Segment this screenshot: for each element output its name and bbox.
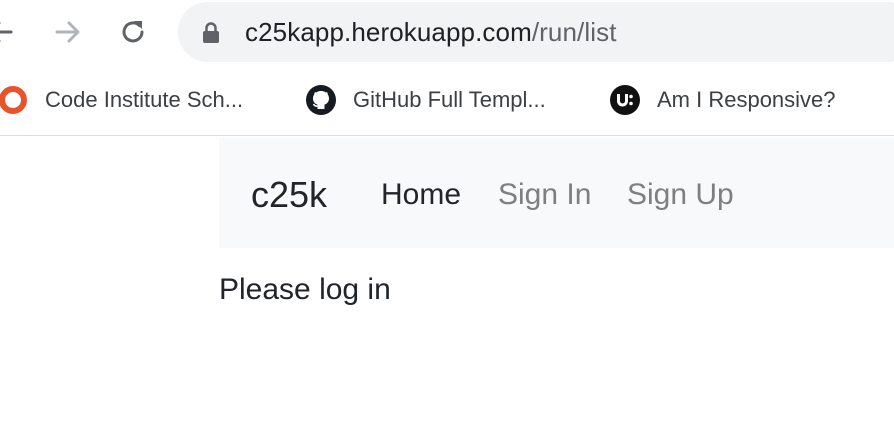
bookmark-label: GitHub Full Templ... [353,87,546,112]
nav-link-sign-in[interactable]: Sign In [498,178,591,212]
url-host: c25kapp.herokuapp.com [245,17,532,47]
url-text: c25kapp.herokuapp.com/run/list [245,17,617,48]
code-institute-icon [0,84,29,116]
forward-button[interactable] [50,14,86,50]
back-button[interactable] [0,14,18,50]
bookmarks-bar: Code Institute Sch... GitHub Full Templ.… [0,66,894,136]
login-prompt-message: Please log in [219,273,391,306]
reload-icon [122,21,144,43]
site-navbar: c25k Home Sign In Sign Up [219,138,894,248]
navbar-brand[interactable]: c25k [251,174,327,216]
nav-link-home[interactable]: Home [381,178,461,212]
am-i-responsive-icon [609,84,641,116]
back-arrow-icon [0,21,13,43]
bookmark-code-institute[interactable]: Code Institute Sch... [0,84,243,116]
bookmark-label: Am I Responsive? [657,87,836,112]
bookmark-label: Code Institute Sch... [45,87,244,112]
forward-arrow-icon [55,21,80,43]
github-icon [305,84,337,116]
reload-button[interactable] [115,14,151,50]
url-path: /run/list [531,17,617,47]
bookmark-github-template[interactable]: GitHub Full Templ... [305,84,546,116]
address-bar[interactable]: c25kapp.herokuapp.com/run/list [178,2,894,62]
browser-toolbar: c25kapp.herokuapp.com/run/list [0,0,894,66]
nav-link-sign-up[interactable]: Sign Up [627,178,734,212]
lock-icon [203,22,219,43]
bookmark-am-i-responsive[interactable]: Am I Responsive? [609,84,836,116]
